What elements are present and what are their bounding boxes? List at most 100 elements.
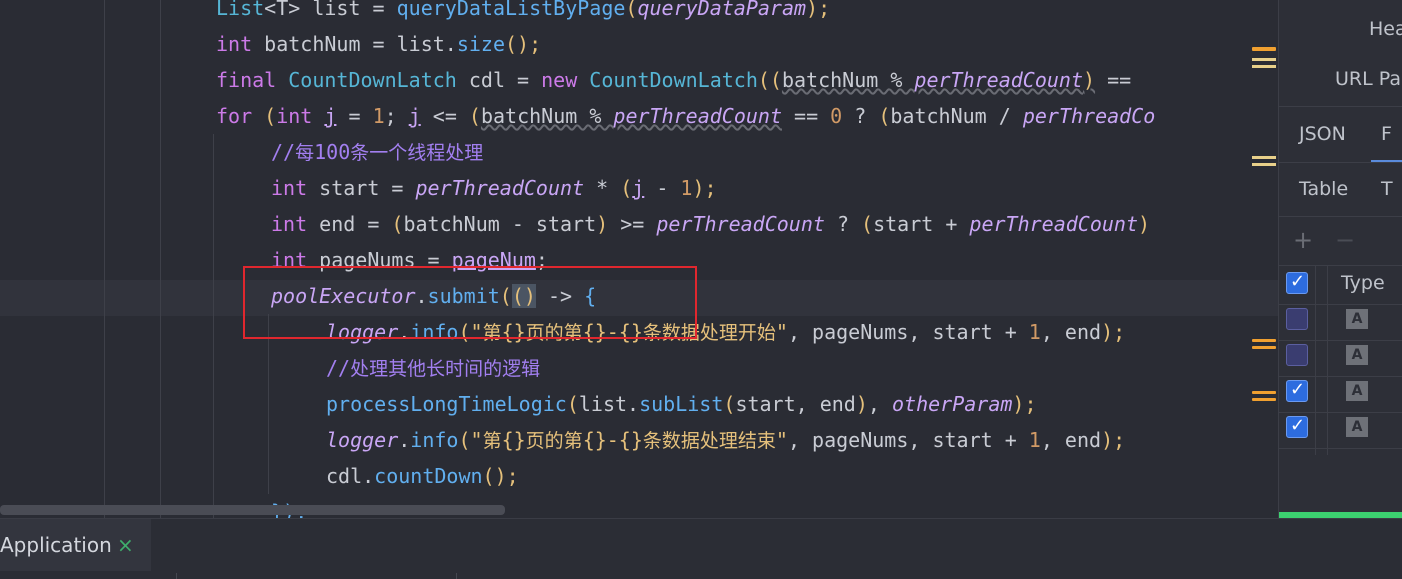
code-token: , end — [1040, 428, 1102, 452]
row-checkbox[interactable] — [1286, 379, 1308, 402]
divider — [456, 573, 457, 579]
code-token: ) — [1138, 212, 1151, 236]
code-token: (); — [505, 32, 542, 56]
code-token: 1 — [1028, 428, 1041, 452]
grid-line — [1279, 412, 1402, 413]
row-checkbox[interactable] — [1286, 415, 1308, 438]
code-token: j — [408, 104, 421, 128]
row-checkbox[interactable] — [1286, 344, 1308, 366]
code-line[interactable]: int end = (batchNum - start) >= perThrea… — [271, 206, 1150, 242]
horizontal-scrollbar[interactable] — [0, 505, 505, 515]
code-token: ( — [723, 392, 736, 416]
row-checkbox[interactable] — [1286, 308, 1308, 330]
close-icon[interactable]: × — [117, 533, 134, 557]
code-token: ; — [384, 104, 409, 128]
gutter-markers — [1250, 0, 1278, 518]
divider — [1279, 106, 1402, 107]
code-line[interactable]: //处理其他长时间的逻辑 — [326, 350, 540, 386]
code-token: cdl. — [326, 464, 375, 488]
warning-marker — [1252, 346, 1276, 349]
code-token: 每 — [295, 142, 315, 164]
code-token: ) — [596, 212, 609, 236]
code-token: j — [632, 176, 645, 200]
remove-row-icon[interactable]: − — [1335, 226, 1355, 254]
code-token: perThreadCount — [914, 68, 1083, 92]
code-token: ( — [566, 392, 579, 416]
run-tab-application[interactable]: Application × — [0, 519, 151, 571]
add-row-icon[interactable]: + — [1293, 226, 1313, 254]
code-token: batchNum % — [781, 68, 915, 92]
warning-marker — [1252, 391, 1276, 394]
code-token: countDown — [374, 464, 483, 488]
marker — [1252, 163, 1276, 166]
code-token: perThreadCount — [613, 104, 782, 128]
type-badge-icon[interactable]: A — [1346, 345, 1368, 365]
code-token: otherParam — [892, 392, 1013, 416]
code-token: 1 — [680, 176, 693, 200]
code-line[interactable]: processLongTimeLogic(list.subList(start,… — [326, 386, 1037, 422]
code-token: 处理其他长时间的逻辑 — [350, 358, 541, 380]
code-token: 1 — [372, 104, 385, 128]
code-line[interactable]: for (int j = 1; j <= (batchNum % perThre… — [216, 98, 1155, 134]
code-line[interactable]: final CountDownLatch cdl = new CountDown… — [216, 62, 1143, 98]
code-token: ) — [855, 392, 868, 416]
code-token: CountDownLatch — [589, 68, 758, 92]
type-badge-icon[interactable]: A — [1346, 381, 1368, 401]
code-token: final — [216, 68, 289, 92]
code-token: perThreadCount — [969, 212, 1138, 236]
type-badge-icon[interactable]: A — [1346, 309, 1368, 329]
code-line[interactable]: //每100条一个线程处理 — [271, 134, 483, 170]
code-token: CountDownLatch — [288, 68, 457, 92]
grid-line — [1279, 376, 1402, 377]
code-token: ( — [468, 104, 481, 128]
code-token: ( — [625, 0, 638, 20]
code-token: list. — [578, 392, 640, 416]
code-token: , pageNums, start + — [787, 320, 1029, 344]
code-token: - — [644, 176, 681, 200]
code-token: start, end — [735, 392, 856, 416]
code-token: start = — [307, 176, 416, 200]
tab-text[interactable]: T — [1381, 178, 1393, 200]
code-token: int — [271, 212, 308, 236]
tab-json[interactable]: JSON — [1299, 123, 1346, 145]
tab-table[interactable]: Table — [1299, 178, 1348, 200]
code-editor[interactable]: List<T> list = queryDataListByPage(query… — [0, 0, 1278, 518]
code-line[interactable]: List<T> list = queryDataListByPage(query… — [216, 0, 830, 26]
code-token: . — [398, 428, 411, 452]
code-token: perThreadCount — [656, 212, 825, 236]
code-token: int — [276, 104, 325, 128]
code-token: // — [271, 140, 296, 164]
row-checkbox[interactable] — [1286, 271, 1308, 294]
grid-line — [1279, 448, 1402, 449]
code-token: batchNum / — [890, 104, 1023, 128]
code-token: ( — [878, 104, 891, 128]
code-token: , pageNums, start + — [787, 428, 1029, 452]
code-token: j — [324, 104, 337, 128]
code-token: (); — [482, 464, 519, 488]
marker — [1252, 58, 1276, 61]
code-token: end = — [307, 212, 392, 236]
divider — [1279, 162, 1402, 163]
code-line[interactable]: logger.info("第{}页的第{}-{}条数据处理结束", pageNu… — [326, 422, 1125, 458]
type-badge-icon[interactable]: A — [1346, 417, 1368, 437]
code-line[interactable]: cdl.countDown(); — [326, 458, 519, 494]
grid-line — [1279, 340, 1402, 341]
code-line[interactable]: int batchNum = list.size(); — [216, 26, 541, 62]
code-line[interactable]: int start = perThreadCount * (j - 1); — [271, 170, 717, 206]
grid-line — [1327, 265, 1328, 455]
code-token: >= — [608, 212, 657, 236]
marker — [1252, 65, 1276, 68]
tab-form[interactable]: F — [1381, 123, 1392, 145]
code-token: ) — [1083, 68, 1096, 92]
code-token: int — [271, 176, 308, 200]
warning-marker — [1252, 47, 1276, 51]
column-header-type[interactable]: Type — [1341, 272, 1385, 294]
url-params-label[interactable]: URL Pa — [1335, 68, 1401, 90]
code-token: batchNum % — [480, 104, 614, 128]
indent-guide — [160, 0, 161, 518]
header-label[interactable]: Hea — [1369, 18, 1402, 40]
highlight-annotation-box — [243, 266, 697, 339]
code-token: <T> list = — [264, 0, 397, 20]
grid-line — [1315, 265, 1316, 455]
warning-marker — [1252, 339, 1276, 342]
